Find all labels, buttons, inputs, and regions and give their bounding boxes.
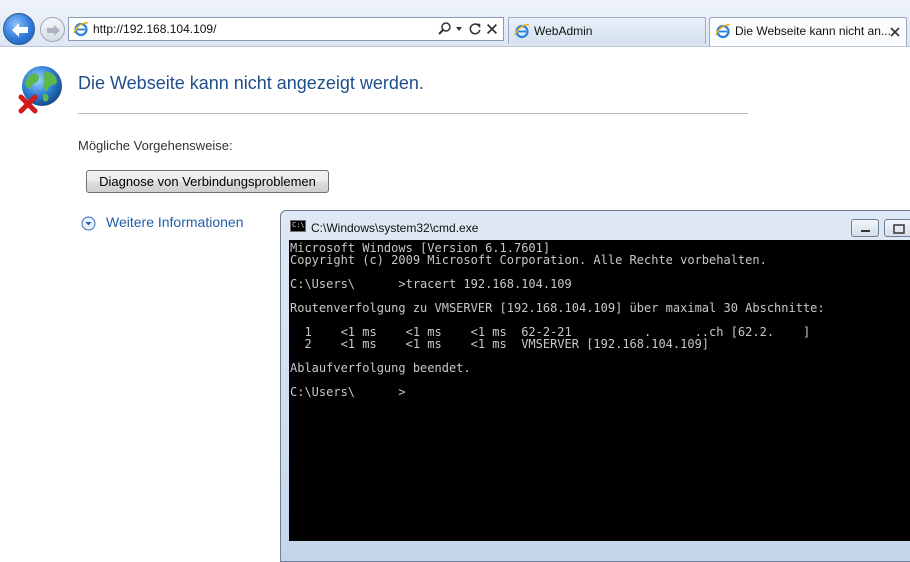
cmd-titlebar[interactable]: C:\ C:\Windows\system32\cmd.exe xyxy=(281,211,910,239)
console-line: Ablaufverfolgung beendet. xyxy=(290,361,471,375)
back-arrow-icon xyxy=(12,23,28,37)
console-line: Routenverfolgung zu VMSERVER [192.168.10… xyxy=(290,301,825,315)
tab-label: Die Webseite kann nicht an... xyxy=(735,24,891,38)
address-url[interactable]: http://192.168.104.109/ xyxy=(93,22,216,36)
forward-arrow-icon xyxy=(47,25,60,36)
back-button[interactable] xyxy=(3,13,35,45)
minimize-icon xyxy=(861,230,870,232)
dropdown-arrow-icon[interactable] xyxy=(455,21,463,37)
address-bar[interactable]: http://192.168.104.109/ xyxy=(68,17,504,41)
maximize-button[interactable] xyxy=(884,219,910,237)
ie-logo-icon xyxy=(715,24,731,39)
expand-chevron-icon[interactable] xyxy=(81,216,96,231)
browser-toolbar: http://192.168.104.109/ WebAdmin Die Web… xyxy=(0,0,910,47)
console-line: C:\Users\ >tracert 192.168.104.109 xyxy=(290,277,572,291)
console-icon: C:\ xyxy=(290,220,306,232)
ie-logo-icon xyxy=(514,24,530,39)
diagnose-connection-button[interactable]: Diagnose von Verbindungsproblemen xyxy=(86,170,329,193)
forward-button[interactable] xyxy=(40,17,65,42)
tab-label: WebAdmin xyxy=(534,24,593,38)
page-title: Die Webseite kann nicht angezeigt werden… xyxy=(78,73,424,93)
refresh-icon[interactable] xyxy=(468,21,482,37)
tab-error-page[interactable]: Die Webseite kann nicht an... xyxy=(709,17,907,46)
ie-logo-icon xyxy=(73,22,89,37)
divider xyxy=(78,113,748,114)
maximize-icon xyxy=(893,224,905,234)
console-line: 2 <1 ms <1 ms <1 ms VMSERVER [192.168.10… xyxy=(290,337,710,351)
stop-icon[interactable] xyxy=(485,21,499,37)
cmd-window-title: C:\Windows\system32\cmd.exe xyxy=(311,221,479,235)
minimize-button[interactable] xyxy=(851,219,879,237)
console-line: Copyright (c) 2009 Microsoft Corporation… xyxy=(290,253,767,267)
search-icon[interactable] xyxy=(437,21,453,37)
console-line: C:\Users\ > xyxy=(290,385,406,399)
more-info-link[interactable]: Weitere Informationen xyxy=(106,214,243,230)
globe-error-icon xyxy=(18,66,62,114)
options-label: Mögliche Vorgehensweise: xyxy=(78,138,233,153)
console-output[interactable]: Microsoft Windows [Version 6.1.7601] Cop… xyxy=(289,240,910,541)
cmd-window[interactable]: C:\ C:\Windows\system32\cmd.exe Microsof… xyxy=(280,210,910,562)
tab-close-icon[interactable] xyxy=(890,27,900,37)
tab-webadmin[interactable]: WebAdmin xyxy=(508,17,706,44)
